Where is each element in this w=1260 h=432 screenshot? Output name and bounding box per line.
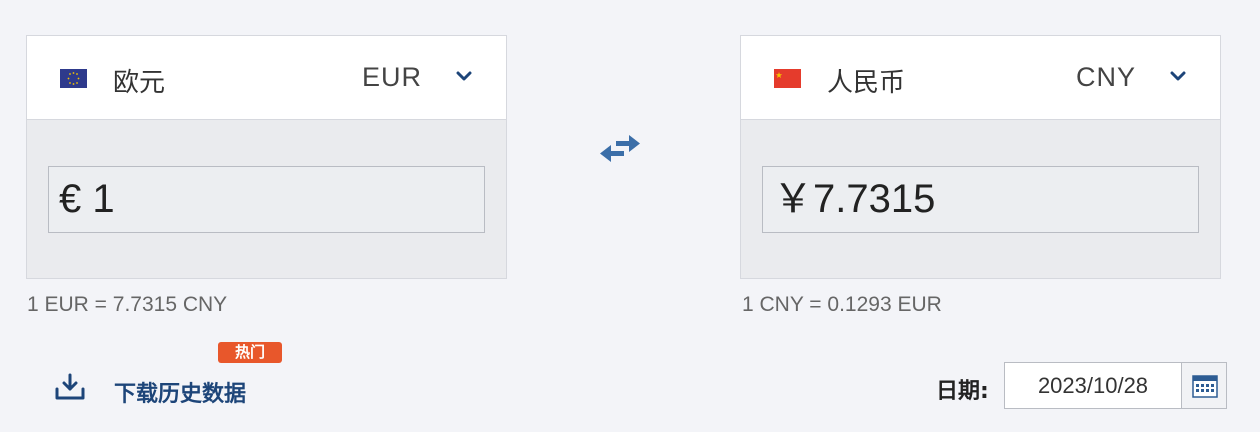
- from-currency-select[interactable]: 欧元 EUR: [27, 36, 506, 120]
- chevron-down-icon: [1170, 71, 1186, 81]
- from-amount-value[interactable]: € 1: [49, 167, 484, 232]
- calendar-icon: [1192, 375, 1218, 398]
- date-input[interactable]: [1004, 362, 1182, 409]
- from-currency-name: 欧元: [113, 68, 166, 98]
- from-currency-code: EUR: [361, 62, 422, 92]
- to-currency-select[interactable]: 人民币 CNY: [741, 36, 1220, 120]
- to-currency-name: 人民币: [827, 68, 906, 98]
- from-currency-panel: 欧元 EUR € 1: [26, 35, 507, 279]
- to-rate-text: 1 CNY = 0.1293 EUR: [742, 293, 942, 316]
- swap-arrows-icon[interactable]: [598, 132, 642, 166]
- from-amount-field[interactable]: € 1: [48, 166, 485, 233]
- to-currency-panel: 人民币 CNY ￥7.7315: [740, 35, 1221, 279]
- to-amount-value[interactable]: ￥7.7315: [763, 167, 1198, 232]
- date-label: 日期:: [936, 379, 989, 404]
- hot-badge: 热门: [218, 342, 282, 363]
- calendar-button[interactable]: [1181, 362, 1227, 409]
- to-amount-field[interactable]: ￥7.7315: [762, 166, 1199, 233]
- download-history-label: 下载历史数据: [114, 382, 247, 407]
- chevron-down-icon: [456, 71, 472, 81]
- from-rate-text: 1 EUR = 7.7315 CNY: [27, 293, 228, 316]
- eu-flag-icon: [60, 69, 87, 88]
- download-icon: [55, 373, 85, 400]
- cn-flag-icon: [774, 69, 801, 88]
- to-currency-code: CNY: [1075, 62, 1136, 92]
